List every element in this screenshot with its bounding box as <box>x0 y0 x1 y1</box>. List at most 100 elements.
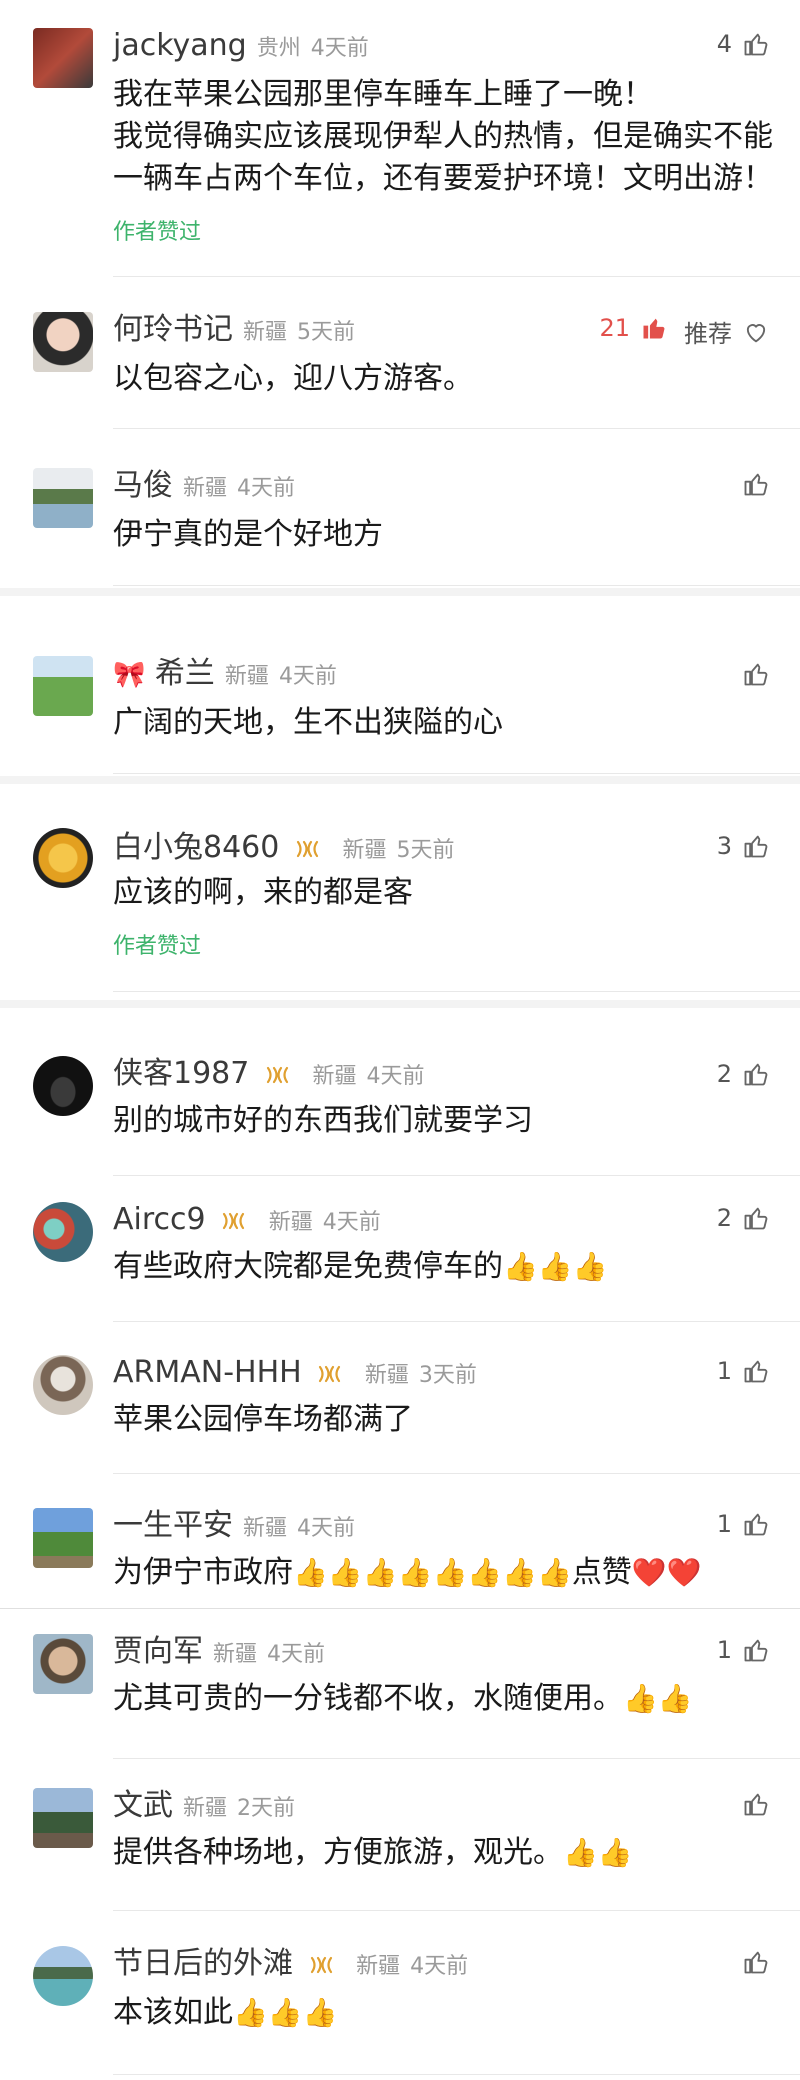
avatar[interactable] <box>33 312 93 372</box>
thumbs-up-icon <box>742 470 770 498</box>
gold-badge-icon <box>309 1955 337 1975</box>
avatar[interactable] <box>33 468 93 528</box>
comment-author[interactable]: 节日后的外滩 新疆 4天前 <box>113 1946 468 1985</box>
thumbs-up-filled-icon <box>640 314 668 342</box>
comment-author[interactable]: 🎀 希兰 新疆 4天前 <box>113 656 337 695</box>
sticker-icon: 🎀 <box>113 660 146 690</box>
comment-item: Aircc9 新疆 4天前 2 有些政府大院都是免费停车的👍👍👍 <box>0 1178 800 1323</box>
comment-author[interactable]: jackyang 贵州 4天前 <box>113 28 369 67</box>
avatar[interactable] <box>33 1508 93 1568</box>
thumbs-up-icon <box>742 30 770 58</box>
thumbs-up-emoji: 👍👍 <box>563 1836 633 1869</box>
comment-item: ARMAN-HHH 新疆 3天前 1 苹果公园停车场都满了 <box>0 1325 800 1475</box>
divider <box>113 1175 800 1176</box>
avatar[interactable] <box>33 1946 93 2006</box>
heart-icon <box>742 318 770 346</box>
author-name: 白小兔8460 <box>113 830 280 865</box>
comment-author[interactable]: 一生平安 新疆 4天前 <box>113 1508 355 1547</box>
divider <box>113 276 800 277</box>
comment-author[interactable]: 白小兔8460 新疆 5天前 <box>113 830 454 869</box>
comment-text: 广阔的天地，生不出狭隘的心 <box>113 705 503 740</box>
comment-text: 提供各种场地，方便旅游，观光。👍👍 <box>113 1832 780 1874</box>
like-button[interactable]: 1 <box>717 1357 770 1385</box>
comment-text: 为伊宁市政府👍👍👍👍👍👍👍👍点赞❤️❤️ <box>113 1552 780 1594</box>
like-count: 4 <box>716 30 732 58</box>
author-name: Aircc9 <box>113 1202 206 1237</box>
like-count: 2 <box>716 1060 732 1088</box>
section-gap <box>0 588 800 596</box>
like-button[interactable]: 3 <box>717 832 770 860</box>
thumbs-up-icon <box>742 1636 770 1664</box>
comment-author[interactable]: Aircc9 新疆 4天前 <box>113 1202 381 1241</box>
location: 新疆 <box>312 1064 357 1089</box>
comment-author[interactable]: 侠客1987 新疆 4天前 <box>113 1056 424 1095</box>
comment-item: 白小兔8460 新疆 5天前 3 应该的啊，来的都是客 作者赞过 <box>0 800 800 1000</box>
avatar[interactable] <box>33 656 93 716</box>
section-gap <box>0 1000 800 1008</box>
comment-author[interactable]: 文武 新疆 2天前 <box>113 1788 295 1827</box>
comment-text-line: 我觉得确实应该展现伊犁人的热情，但是确实不能 <box>113 119 773 154</box>
like-button[interactable]: 21 <box>599 314 668 342</box>
comment-text: 别的城市好的东西我们就要学习 <box>113 1103 533 1138</box>
thumbs-up-icon <box>742 832 770 860</box>
like-button[interactable]: 4 <box>717 30 770 58</box>
divider <box>113 773 800 774</box>
comment-text-content: 有些政府大院都是免费停车的 <box>113 1249 503 1284</box>
author-name: 希兰 <box>154 656 215 691</box>
author-name: 一生平安 <box>113 1508 233 1543</box>
avatar[interactable] <box>33 1634 93 1694</box>
timestamp: 4天前 <box>366 1064 425 1089</box>
comment-author[interactable]: ARMAN-HHH 新疆 3天前 <box>113 1355 477 1394</box>
like-button[interactable]: 2 <box>717 1060 770 1088</box>
comment-item: jackyang 贵州 4天前 4 我在苹果公园那里停车睡车上睡了一晚！ 我觉得确实… <box>0 0 800 280</box>
comment-text-line: 一辆车占两个车位，还有要爱护环境！文明出游！ <box>113 161 773 196</box>
divider <box>113 2074 800 2075</box>
thumbs-up-icon <box>742 660 770 688</box>
thumbs-up-icon <box>742 1510 770 1538</box>
like-button[interactable]: 2 <box>717 1204 770 1232</box>
like-button[interactable] <box>742 660 770 688</box>
location: 新疆 <box>342 838 387 863</box>
like-button[interactable] <box>742 1790 770 1818</box>
location: 新疆 <box>224 664 269 689</box>
gold-badge-icon <box>265 1065 293 1085</box>
thumbs-up-emoji: 👍👍👍 <box>503 1250 608 1283</box>
like-count: 21 <box>599 314 630 342</box>
timestamp: 4天前 <box>297 1516 356 1541</box>
avatar[interactable] <box>33 1788 93 1848</box>
comment-text-content: 提供各种场地，方便旅游，观光。 <box>113 1835 563 1870</box>
avatar[interactable] <box>33 1202 93 1262</box>
timestamp: 2天前 <box>237 1796 296 1821</box>
gold-badge-icon <box>317 1364 345 1384</box>
author-name: 马俊 <box>113 468 173 503</box>
like-button[interactable] <box>742 1948 770 1976</box>
like-button[interactable]: 1 <box>717 1510 770 1538</box>
location: 新疆 <box>364 1363 409 1388</box>
comment-text-content: 点赞 <box>571 1555 632 1590</box>
comment-item: 一生平安 新疆 4天前 1 为伊宁市政府👍👍👍👍👍👍👍👍点赞❤️❤️ <box>0 1478 800 1608</box>
section-gap <box>0 776 800 784</box>
location: 新疆 <box>268 1210 313 1235</box>
thumbs-up-emoji: 👍👍 <box>623 1682 693 1715</box>
location: 新疆 <box>183 476 228 501</box>
like-button[interactable]: 1 <box>717 1636 770 1664</box>
comment-author[interactable]: 马俊 新疆 4天前 <box>113 468 295 507</box>
author-name: 贾向军 <box>113 1634 203 1669</box>
comment-author[interactable]: 贾向军 新疆 4天前 <box>113 1634 325 1673</box>
divider <box>113 1758 800 1759</box>
avatar[interactable] <box>33 28 93 88</box>
comment-author[interactable]: 何玲书记 新疆 5天前 <box>113 312 355 351</box>
comment-item: 贾向军 新疆 4天前 1 尤其可贵的一分钱都不收，水随便用。👍👍 <box>0 1610 800 1760</box>
divider <box>113 991 800 992</box>
comment-text: 我在苹果公园那里停车睡车上睡了一晚！ 我觉得确实应该展现伊犁人的热情，但是确实不… <box>113 74 780 200</box>
recommend-button[interactable]: 推荐 <box>684 314 770 349</box>
comment-item: 文武 新疆 2天前 提供各种场地，方便旅游，观光。👍👍 <box>0 1762 800 1912</box>
timestamp: 4天前 <box>278 664 337 689</box>
comment-text: 有些政府大院都是免费停车的👍👍👍 <box>113 1246 780 1288</box>
author-liked-label: 作者赞过 <box>113 934 202 959</box>
avatar[interactable] <box>33 1056 93 1116</box>
avatar[interactable] <box>33 828 93 888</box>
avatar[interactable] <box>33 1355 93 1415</box>
location: 贵州 <box>256 36 301 61</box>
like-button[interactable] <box>742 470 770 498</box>
